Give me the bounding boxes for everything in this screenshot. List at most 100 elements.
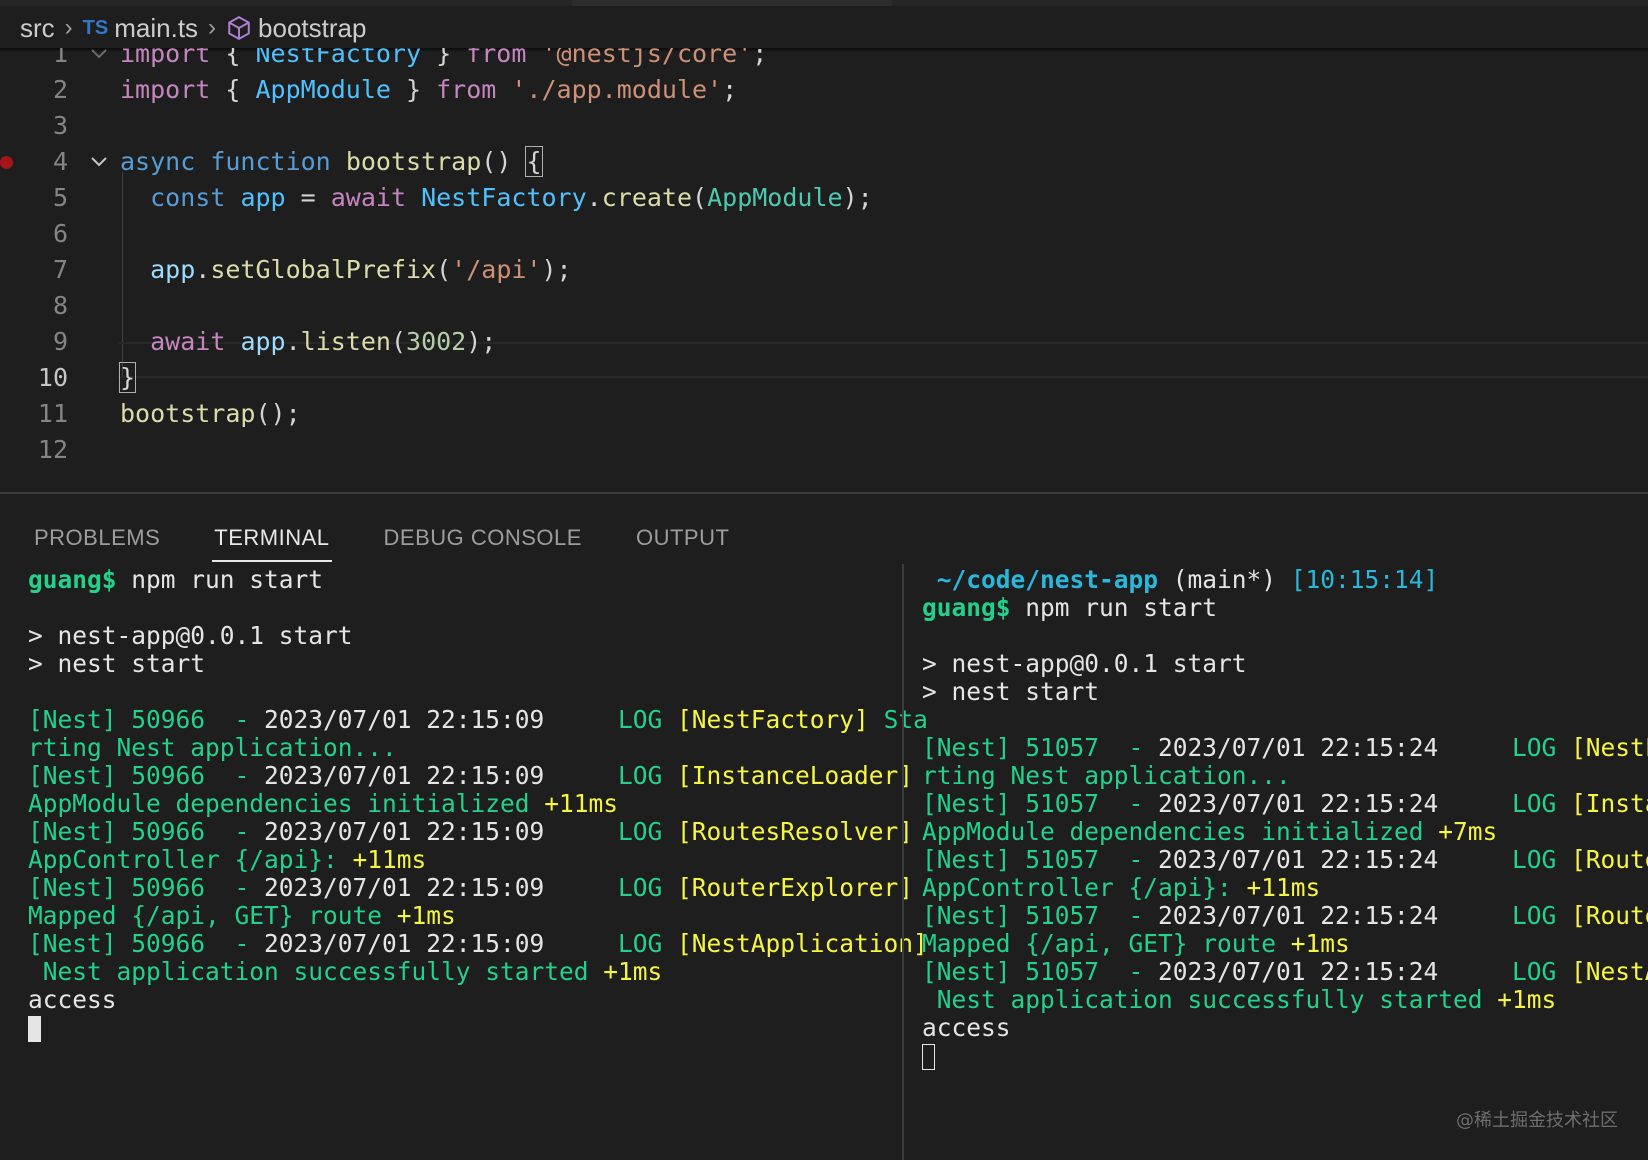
breadcrumb-folder[interactable]: src [20, 13, 55, 44]
terminal-text: [Nest] 50966 - [28, 761, 265, 790]
code-line[interactable]: 1 import { NestFactory } from '@nestjs/co… [0, 48, 1648, 72]
code-token: AppModule [707, 183, 843, 212]
code-token: async [120, 147, 196, 176]
code-text: await app.listen(3002); [120, 324, 496, 360]
code-token: } [421, 48, 467, 68]
tab-output[interactable]: OUTPUT [634, 516, 731, 560]
terminal-text: 2023/07/01 22:15:24 [1158, 957, 1439, 986]
breakpoint-icon[interactable] [0, 156, 13, 169]
terminal-text: +11ms [544, 789, 619, 818]
terminal-text: [Nest] 50966 - [28, 929, 265, 958]
terminal-split-divider[interactable] [902, 564, 904, 1160]
line-number: 6 [52, 219, 68, 248]
terminal-line: guang$ npm run start [922, 594, 1648, 622]
code-line[interactable]: 2 import { AppModule } from './app.module… [0, 72, 1648, 108]
code-line[interactable]: 11 bootstrap(); [0, 396, 1648, 432]
terminal-line: Mapped {/api, GET} route +1ms [922, 930, 1648, 958]
code-line[interactable]: 8 [0, 288, 1648, 324]
tab-debug-console[interactable]: DEBUG CONSOLE [382, 516, 584, 560]
code-editor[interactable]: 1 import { NestFactory } from '@nestjs/co… [0, 48, 1648, 492]
watermark: @稀土掘金技术社区 [1456, 1110, 1618, 1131]
code-token: ( [692, 183, 708, 212]
code-line[interactable]: 12 [0, 432, 1648, 468]
terminal-line: ~/code/nest-app (main*) [10:15:14] [922, 566, 1648, 594]
terminal-text: [NestFac [1571, 733, 1648, 762]
terminal-line: Mapped {/api, GET} route +1ms [28, 902, 894, 930]
terminal-text: [RouterE [1571, 901, 1648, 930]
code-token: { [210, 48, 256, 68]
terminal-text: guang$ [922, 593, 1011, 622]
terminal-text: LOG [544, 761, 678, 790]
terminal-text: LOG [1438, 845, 1572, 874]
code-text: bootstrap(); [120, 396, 301, 432]
terminal-line: AppController {/api}: +11ms [922, 874, 1648, 902]
tab-terminal[interactable]: TERMINAL [212, 516, 332, 562]
code-token: listen [300, 327, 391, 356]
code-line[interactable]: 6 [0, 216, 1648, 252]
code-token: } [390, 75, 437, 104]
terminal-line: rting Nest application... [922, 762, 1648, 790]
terminal-left[interactable]: guang$ npm run start > nest-app@0.0.1 sta… [28, 565, 928, 1042]
terminal-text: AppController {/api}: [28, 845, 353, 874]
code-token: setGlobalPrefix [210, 255, 437, 284]
fold-chevron-icon[interactable] [88, 144, 110, 180]
terminal-line: Nest application successfully started +1… [922, 986, 1648, 1014]
terminal-cursor [922, 1044, 935, 1070]
code-token: import [120, 48, 211, 68]
terminal-text: > nest-app@0.0.1 start [922, 649, 1247, 678]
terminal-text: npm run start [1010, 593, 1218, 622]
method-cube-icon [228, 16, 250, 40]
terminal-text: LOG [544, 817, 678, 846]
code-line[interactable]: 5 const app = await NestFactory.create(A… [0, 180, 1648, 216]
terminal-line: [Nest] 51057 - 2023/07/01 22:15:24 LOG [… [922, 734, 1648, 762]
breadcrumb-bar: src › TS main.ts › bootstrap [0, 0, 1648, 52]
terminal-text: > nest start [922, 677, 1100, 706]
code-token: './app.module' [511, 75, 723, 104]
code-line[interactable]: 10} [0, 360, 1648, 396]
terminal-text: +1ms [396, 901, 456, 930]
line-number: 2 [52, 75, 68, 104]
tab-problems[interactable]: PROBLEMS [32, 516, 162, 560]
line-number: 3 [52, 111, 68, 140]
terminal-text: AppModule dependencies initialized [28, 789, 545, 818]
terminal-text: AppController {/api}: [922, 873, 1247, 902]
code-line[interactable]: 3 [0, 108, 1648, 144]
code-token: { [210, 75, 256, 104]
terminal-text: guang$ [28, 565, 117, 594]
terminal-text: [Nest] 51057 - [922, 957, 1159, 986]
terminal-text: Nest application successfully started [28, 957, 604, 986]
breadcrumb-symbol[interactable]: bootstrap [226, 13, 366, 44]
terminal-text: +11ms [352, 845, 427, 874]
terminal-text: +1ms [603, 957, 663, 986]
terminal-line: AppModule dependencies initialized +7ms [922, 818, 1648, 846]
code-text: async function bootstrap() { [120, 144, 543, 180]
code-token: () [481, 147, 527, 176]
code-line[interactable]: 4 async function bootstrap() { [0, 144, 1648, 180]
terminal-line: access [28, 986, 894, 1014]
breadcrumb-file-label: main.ts [114, 12, 199, 43]
code-line[interactable]: 7 app.setGlobalPrefix('/api'); [0, 252, 1648, 288]
terminal-text: AppModule dependencies initialized [922, 817, 1439, 846]
terminal-text: Mapped {/api, GET} route [922, 929, 1291, 958]
code-token: ; [722, 75, 738, 104]
terminal-text: [RoutesR [1571, 845, 1648, 874]
code-token: app [240, 327, 286, 356]
terminal-text: LOG [544, 873, 678, 902]
code-token: '/api' [451, 255, 542, 284]
fold-chevron-icon[interactable] [88, 48, 110, 72]
breadcrumb-file[interactable]: TS main.ts [83, 13, 198, 44]
terminal-text: > nest-app@0.0.1 start [28, 621, 353, 650]
terminal-text: ~/code/nest-app [936, 566, 1159, 594]
code-text: import { NestFactory } from '@nestjs/cor… [120, 48, 767, 72]
terminal-text: [Nest] 51057 - [922, 789, 1159, 818]
terminal-text: (main*) [1158, 566, 1291, 594]
terminal-right[interactable]: ~/code/nest-app (main*) [10:15:14] guang$… [922, 566, 1648, 1070]
code-line[interactable]: 9 await app.listen(3002); [0, 324, 1648, 360]
code-token: { [525, 146, 543, 177]
code-token: (); [255, 399, 301, 428]
terminal-text: +11ms [1246, 873, 1321, 902]
code-text: import { AppModule } from './app.module'… [120, 72, 737, 108]
